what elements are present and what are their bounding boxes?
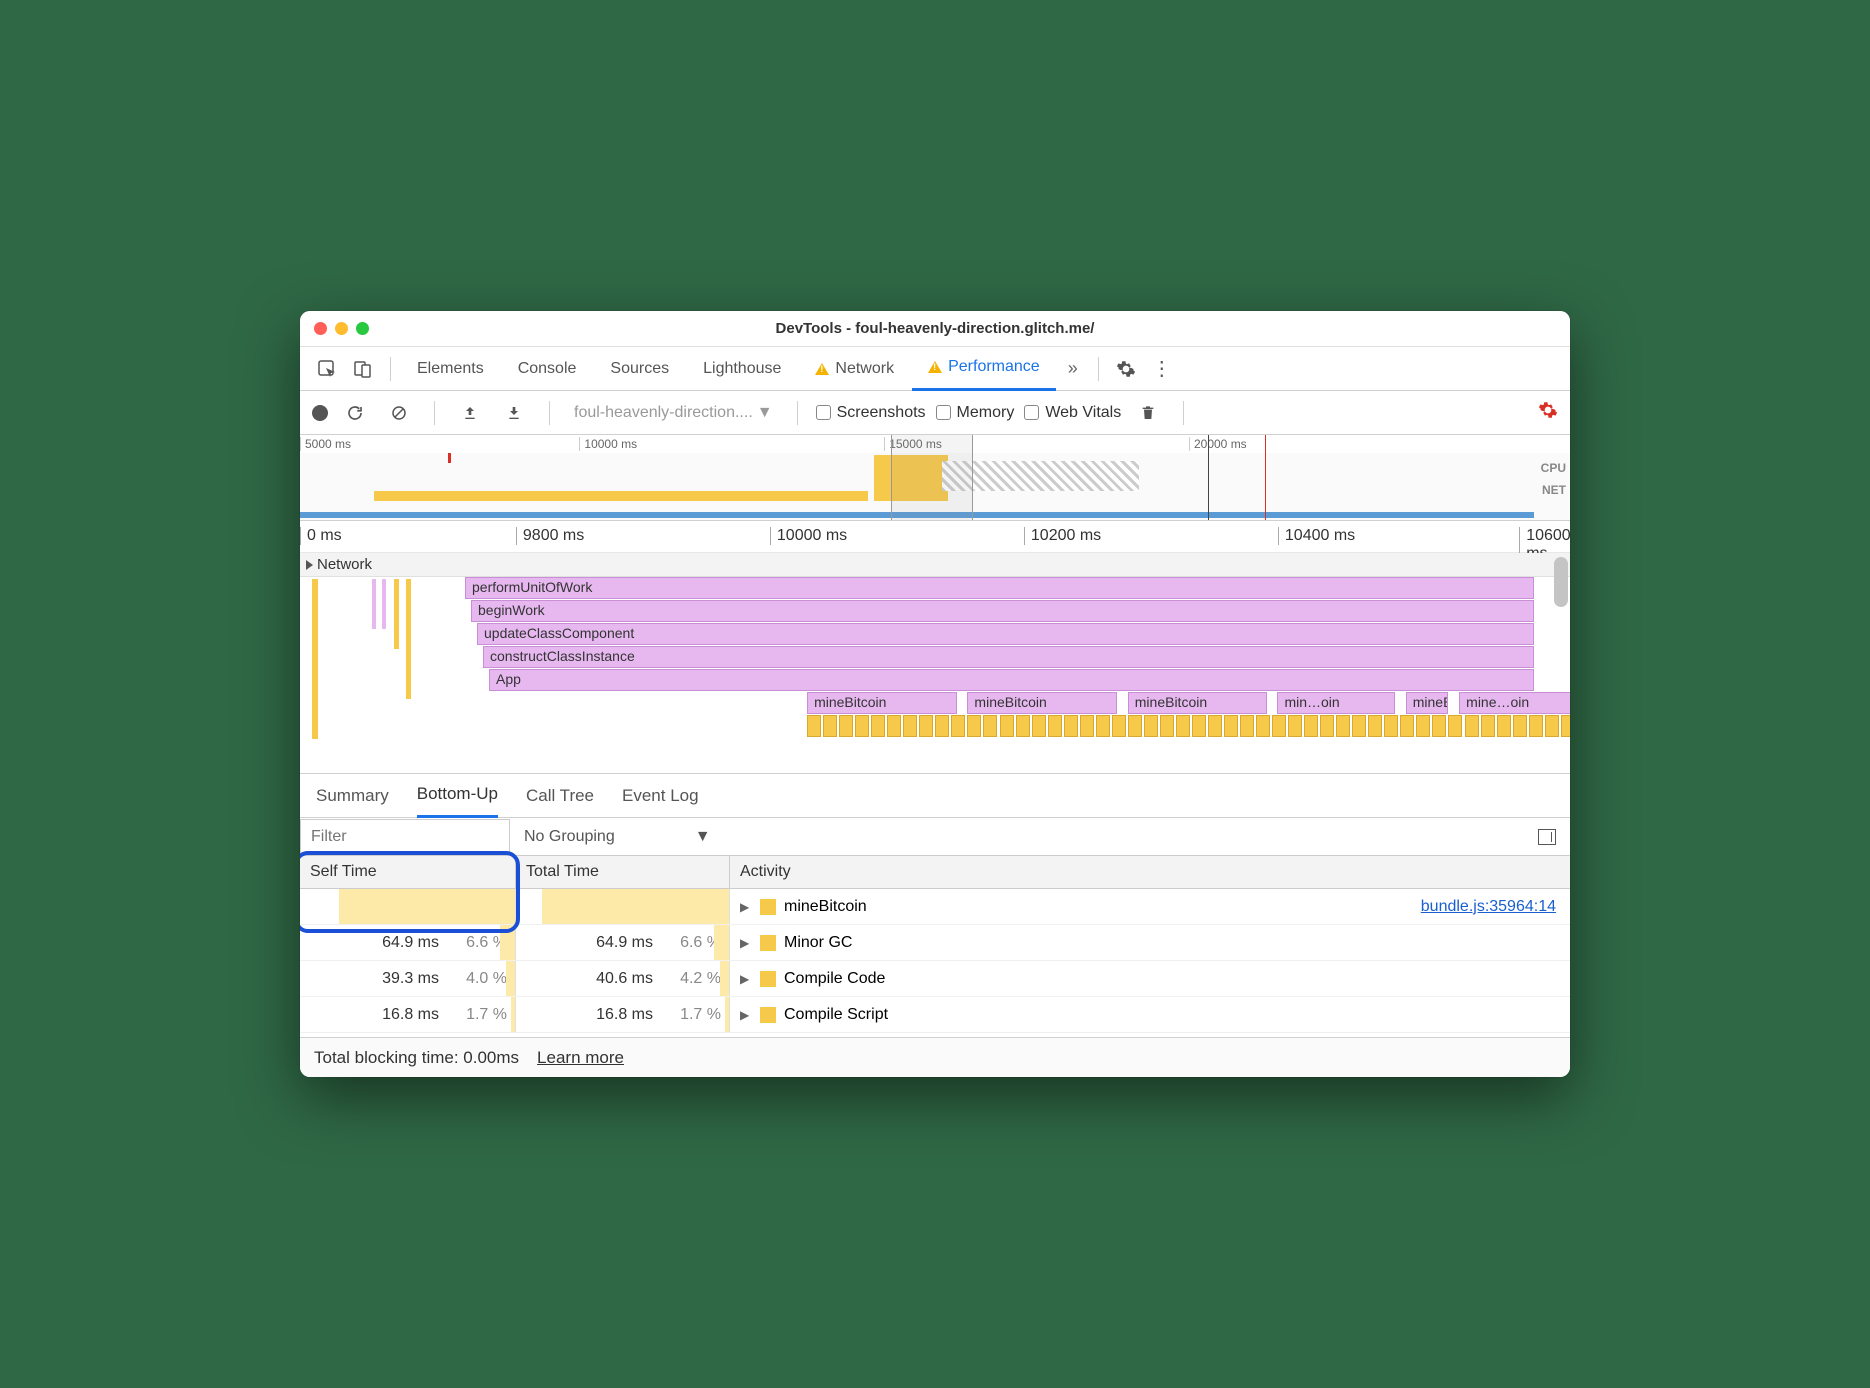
tab-event-log[interactable]: Event Log — [622, 774, 699, 818]
overview-tick: 5000 ms — [300, 437, 579, 451]
flame-chart[interactable]: Network performUnitOfWorkbeginWorkupdate… — [300, 553, 1570, 773]
ruler-tick: 0 ms — [300, 527, 342, 545]
settings-icon[interactable] — [1109, 352, 1143, 386]
table-row[interactable]: 39.3 ms4.0 %40.6 ms4.2 %▶Compile Code — [300, 961, 1570, 997]
perf-toolbar: foul-heavenly-direction.... ▼ Screenshot… — [300, 391, 1570, 435]
flame-bar[interactable]: updateClassComponent — [477, 623, 1534, 645]
detail-tabs: Summary Bottom-Up Call Tree Event Log — [300, 773, 1570, 817]
ruler-tick: 10000 ms — [770, 527, 847, 545]
tab-call-tree[interactable]: Call Tree — [526, 774, 594, 818]
overview-tick: 10000 ms — [579, 437, 884, 451]
flame-bar[interactable]: min…oin — [1277, 692, 1395, 714]
ruler-tick: 10200 ms — [1024, 527, 1101, 545]
net-label: NET — [1541, 479, 1566, 501]
flame-bar[interactable]: performUnitOfWork — [465, 577, 1534, 599]
trash-icon[interactable] — [1131, 396, 1165, 430]
screenshots-checkbox[interactable]: Screenshots — [816, 404, 926, 422]
overview-strip[interactable]: 5000 ms 10000 ms 15000 ms 20000 ms CPU N… — [300, 435, 1570, 521]
overview-tick: 20000 ms — [1189, 437, 1494, 451]
flame-bar[interactable]: mineBitcoin — [807, 692, 957, 714]
more-tabs-button[interactable]: » — [1058, 358, 1088, 379]
devtools-window: DevTools - foul-heavenly-direction.glitc… — [300, 311, 1570, 1077]
filter-input[interactable] — [300, 819, 510, 855]
tab-network-label: Network — [835, 360, 894, 378]
table-row[interactable]: 798.9 ms81.7 %860.7 ms88.1 %▶mineBitcoin… — [300, 889, 1570, 925]
warning-icon — [815, 363, 829, 375]
profile-selector[interactable]: foul-heavenly-direction.... ▼ — [568, 404, 779, 422]
close-window-button[interactable] — [314, 322, 327, 335]
tab-console[interactable]: Console — [502, 347, 593, 391]
clear-button[interactable] — [382, 396, 416, 430]
bottom-up-table: Self Time Total Time Activity 798.9 ms81… — [300, 855, 1570, 1037]
col-total-time[interactable]: Total Time — [516, 856, 730, 888]
timeline-ruler[interactable]: 0 ms9800 ms10000 ms10200 ms10400 ms10600… — [300, 521, 1570, 553]
scrollbar[interactable] — [1554, 557, 1568, 607]
ruler-tick: 9800 ms — [516, 527, 584, 545]
download-icon[interactable] — [497, 396, 531, 430]
ruler-tick: 10400 ms — [1278, 527, 1355, 545]
flame-bar[interactable]: mineBitcoin — [1406, 692, 1449, 714]
table-row[interactable]: 16.8 ms1.7 %16.8 ms1.7 %▶Compile Script — [300, 997, 1570, 1033]
tab-bottom-up[interactable]: Bottom-Up — [417, 774, 498, 818]
main-tabbar: Elements Console Sources Lighthouse Netw… — [300, 347, 1570, 391]
upload-icon[interactable] — [453, 396, 487, 430]
toggle-sidebar-icon[interactable] — [1538, 829, 1556, 845]
grouping-select[interactable]: No Grouping ▼ — [510, 828, 725, 846]
tab-performance-label: Performance — [948, 358, 1040, 376]
learn-more-link[interactable]: Learn more — [537, 1048, 624, 1068]
record-button[interactable] — [312, 405, 328, 421]
blocking-time-label: Total blocking time: 0.00ms — [314, 1048, 519, 1068]
memory-checkbox[interactable]: Memory — [936, 404, 1015, 422]
col-activity[interactable]: Activity — [730, 863, 1570, 881]
network-track-header[interactable]: Network — [300, 553, 1570, 577]
titlebar: DevTools - foul-heavenly-direction.glitc… — [300, 311, 1570, 347]
flame-bar[interactable]: mineBitcoin — [967, 692, 1117, 714]
cpu-label: CPU — [1541, 457, 1566, 479]
status-bar: Total blocking time: 0.00ms Learn more — [300, 1037, 1570, 1077]
chevron-down-icon: ▼ — [757, 404, 773, 422]
maximize-window-button[interactable] — [356, 322, 369, 335]
inspect-icon[interactable] — [310, 352, 344, 386]
flame-bar[interactable]: mineBitcoin — [1128, 692, 1267, 714]
flame-bar[interactable]: App — [489, 669, 1534, 691]
webvitals-checkbox[interactable]: Web Vitals — [1024, 404, 1121, 422]
warning-icon — [928, 361, 942, 373]
tab-elements[interactable]: Elements — [401, 347, 500, 391]
source-link[interactable]: bundle.js:35964:14 — [1421, 898, 1556, 916]
flame-bar[interactable]: beginWork — [471, 600, 1534, 622]
window-title: DevTools - foul-heavenly-direction.glitc… — [300, 320, 1570, 337]
flame-bar[interactable]: mine…oin — [1459, 692, 1570, 714]
profile-label: foul-heavenly-direction.... — [574, 404, 753, 422]
device-toggle-icon[interactable] — [346, 352, 380, 386]
flame-bar[interactable]: constructClassInstance — [483, 646, 1534, 668]
tab-performance[interactable]: Performance — [912, 347, 1056, 391]
expand-icon — [306, 560, 313, 570]
reload-button[interactable] — [338, 396, 372, 430]
traffic-lights — [314, 322, 369, 335]
tab-lighthouse[interactable]: Lighthouse — [687, 347, 797, 391]
minimize-window-button[interactable] — [335, 322, 348, 335]
col-self-time[interactable]: Self Time — [300, 856, 516, 888]
capture-settings-icon[interactable] — [1538, 400, 1558, 426]
table-row[interactable]: 64.9 ms6.6 %64.9 ms6.6 %▶Minor GC — [300, 925, 1570, 961]
filter-row: No Grouping ▼ — [300, 817, 1570, 855]
kebab-menu-icon[interactable]: ⋮ — [1145, 352, 1179, 386]
tab-sources[interactable]: Sources — [594, 347, 685, 391]
chevron-down-icon: ▼ — [695, 828, 711, 846]
tab-summary[interactable]: Summary — [316, 774, 389, 818]
tab-network[interactable]: Network — [799, 347, 910, 391]
